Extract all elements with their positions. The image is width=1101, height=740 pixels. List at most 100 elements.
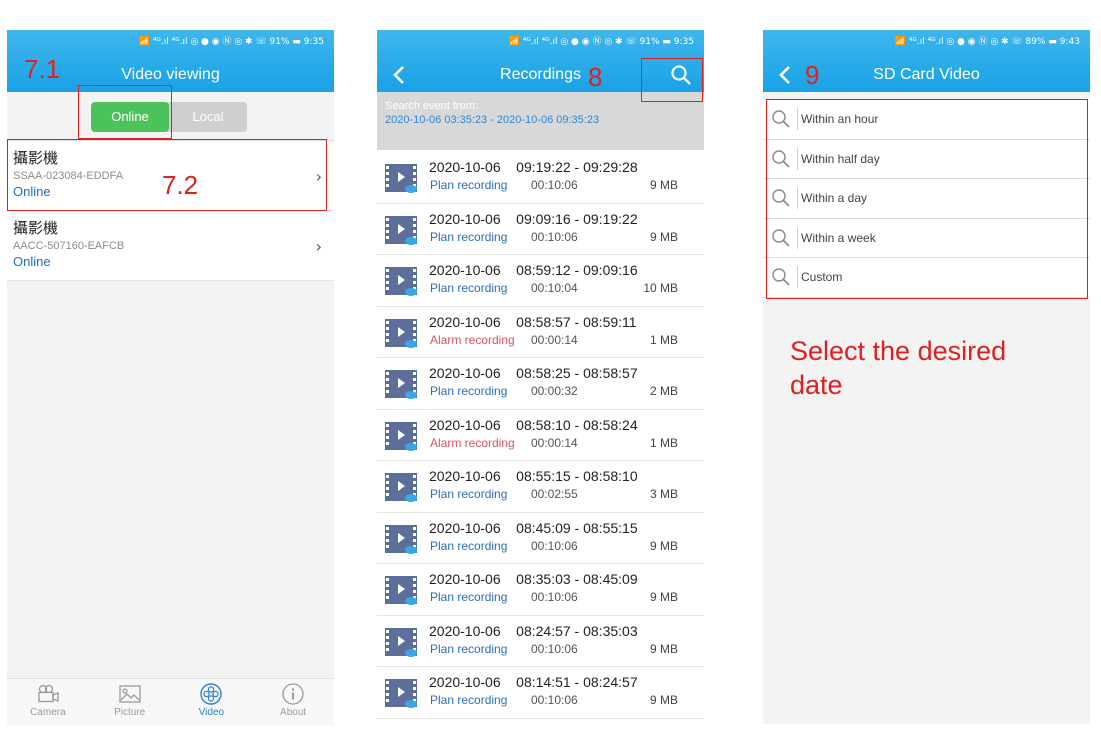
recording-duration: 00:10:06 — [531, 590, 578, 604]
recording-size: 3 MB — [649, 487, 678, 501]
picture-icon — [118, 685, 141, 703]
recording-date-range: 2020-10-06 09:09:16 - 09:19:22 — [429, 210, 638, 227]
recording-row[interactable]: 2020-10-06 08:58:57 - 08:59:11 Alarm reco… — [377, 306, 704, 358]
search-range-value: 2020-10-06 03:35:23 - 2020-10-06 09:35:2… — [385, 114, 600, 126]
annotation-9: 9 — [805, 60, 820, 90]
video-thumbnail-icon — [385, 164, 417, 193]
video-thumbnail-icon — [385, 627, 417, 657]
recording-duration: 00:02:55 — [531, 487, 578, 501]
recording-type: Plan recording — [430, 538, 508, 553]
video-thumbnail-icon — [385, 370, 417, 399]
recording-size: 9 MB — [649, 229, 678, 244]
recording-duration: 00:00:14 — [531, 435, 578, 450]
tab-label: Video — [198, 707, 225, 718]
video-thumbnail-icon — [385, 318, 417, 348]
chevron-right-icon: › — [315, 237, 322, 256]
video-thumbnail-icon — [385, 267, 417, 296]
recording-date-range: 2020-10-06 08:58:25 - 08:58:57 — [429, 365, 638, 381]
camera-icon — [38, 684, 59, 703]
recording-type: Plan recording — [430, 229, 508, 244]
info-icon — [282, 683, 304, 705]
recording-duration: 00:10:06 — [531, 641, 578, 656]
video-thumbnail-icon — [385, 215, 417, 245]
recording-row[interactable]: 2020-10-06 09:19:22 - 09:29:28 Plan recor… — [377, 152, 704, 204]
recording-duration: 00:10:06 — [531, 538, 578, 553]
recording-type: Plan recording — [430, 693, 508, 707]
device-status: Online — [13, 254, 51, 269]
video-thumbnail-icon — [385, 576, 417, 605]
recording-row[interactable]: 2020-10-06 08:55:15 - 08:58:10 Plan recor… — [377, 461, 704, 513]
recording-size: 9 MB — [649, 693, 678, 707]
status-bar: 📶 ⁴ᴳ.ıl ⁴ᴳ.ıl ◎ ● ◉ Ⓝ ◎ ✱ ☏ 91% ▬ 9:35 — [138, 37, 324, 47]
bottom-tab-bar: Camera Picture Video About — [7, 678, 334, 726]
recording-row[interactable]: 2020-10-06 08:35:03 - 08:45:09 Plan recor… — [377, 564, 704, 616]
recording-date-range: 2020-10-06 08:35:03 - 08:45:09 — [429, 571, 638, 587]
recording-duration: 00:00:32 — [531, 384, 578, 398]
recording-duration: 00:10:04 — [531, 281, 578, 295]
tab-about[interactable]: About — [252, 679, 334, 726]
video-thumbnail-icon — [385, 473, 417, 502]
tab-picture[interactable]: Picture — [89, 679, 171, 726]
recording-type: Plan recording — [430, 281, 508, 295]
tab-video[interactable]: Video — [171, 679, 253, 726]
recording-duration: 00:00:14 — [531, 332, 578, 347]
recording-size: 9 MB — [649, 178, 678, 192]
recording-duration: 00:10:06 — [531, 178, 578, 192]
recording-date-range: 2020-10-06 08:24:57 - 08:35:03 — [429, 622, 638, 639]
recording-type: Alarm recording — [430, 435, 515, 450]
tab-label: About — [280, 707, 307, 718]
phone-recordings: 📶 ⁴ᴳ.ıl ⁴ᴳ.ıl ◎ ● ◉ Ⓝ ◎ ✱ ☏ 91% ▬ 9:35 R… — [377, 30, 704, 728]
instruction-line: Select the desired — [790, 336, 1007, 366]
local-tab[interactable]: Local — [169, 102, 247, 132]
recording-row[interactable]: 2020-10-06 08:59:12 - 09:09:16 Plan recor… — [377, 255, 704, 307]
recording-size: 1 MB — [649, 332, 678, 347]
recording-row[interactable]: 2020-10-06 08:45:09 - 08:55:15 Plan recor… — [377, 512, 704, 564]
recording-size: 9 MB — [649, 538, 678, 553]
device-name: 攝影機 — [13, 219, 59, 237]
recording-date-range: 2020-10-06 08:58:10 - 08:58:24 — [429, 416, 638, 433]
recording-type: Plan recording — [430, 590, 508, 604]
recording-list: 2020-10-06 09:19:22 - 09:29:28 Plan recor… — [377, 152, 704, 719]
annotation-7-1: 7.1 — [24, 54, 61, 84]
recording-row[interactable]: 2020-10-06 08:58:25 - 08:58:57 Plan recor… — [377, 358, 704, 410]
device-id: AACC-507160-EAFCB — [13, 240, 125, 252]
video-icon — [200, 683, 223, 705]
recording-date-range: 2020-10-06 09:19:22 - 09:29:28 — [429, 159, 638, 175]
recording-type: Alarm recording — [430, 332, 515, 347]
annotation-box-online — [78, 85, 172, 139]
annotation-8: 8 — [588, 62, 603, 92]
annotation-box-search — [641, 58, 703, 102]
recording-type: Plan recording — [430, 641, 508, 656]
recording-row[interactable]: 2020-10-06 08:24:57 - 08:35:03 Plan recor… — [377, 615, 704, 667]
recording-row[interactable]: 2020-10-06 09:09:16 - 09:19:22 Plan recor… — [377, 203, 704, 255]
recording-duration: 00:10:06 — [531, 229, 578, 244]
recording-size: 9 MB — [649, 641, 678, 656]
annotation-instruction: Select the desired date — [790, 334, 1006, 402]
recording-date-range: 2020-10-06 08:59:12 - 09:09:16 — [429, 262, 638, 278]
instruction-line: date — [790, 370, 843, 400]
recording-row[interactable]: 2020-10-06 08:14:51 - 08:24:57 Plan recor… — [377, 667, 704, 719]
recording-date-range: 2020-10-06 08:14:51 - 08:24:57 — [429, 674, 638, 690]
annotation-box-filters — [766, 99, 1088, 299]
recording-size: 9 MB — [649, 590, 678, 604]
recording-size: 10 MB — [643, 281, 678, 295]
recording-date-range: 2020-10-06 08:58:57 - 08:59:11 — [429, 313, 637, 330]
recording-type: Plan recording — [430, 384, 508, 398]
video-thumbnail-icon — [385, 679, 417, 708]
recording-type: Plan recording — [430, 178, 508, 192]
tab-label: Camera — [30, 707, 66, 718]
status-bar: 📶 ⁴ᴳ.ıl ⁴ᴳ.ıl ◎ ● ◉ Ⓝ ◎ ✱ ☏ 91% ▬ 9:35 — [508, 37, 694, 47]
recording-type: Plan recording — [430, 487, 508, 501]
recording-row[interactable]: 2020-10-06 08:58:10 - 08:58:24 Alarm reco… — [377, 409, 704, 461]
recording-duration: 00:10:06 — [531, 693, 578, 707]
recording-date-range: 2020-10-06 08:45:09 - 08:55:15 — [429, 519, 638, 536]
tab-label: Picture — [114, 707, 146, 718]
status-bar: 📶 ⁴ᴳ.ıl ⁴ᴳ.ıl ◎ ● ◉ Ⓝ ◎ ✱ ☏ 89% ▬ 9:43 — [894, 37, 1080, 47]
video-thumbnail-icon — [385, 421, 417, 451]
recording-size: 2 MB — [649, 384, 678, 398]
recording-date-range: 2020-10-06 08:55:15 - 08:58:10 — [429, 468, 638, 484]
tab-camera[interactable]: Camera — [7, 679, 89, 726]
device-item[interactable]: 攝影機 AACC-507160-EAFCB Online › — [7, 211, 334, 281]
video-thumbnail-icon — [385, 524, 417, 554]
annotation-box-device — [7, 139, 327, 211]
